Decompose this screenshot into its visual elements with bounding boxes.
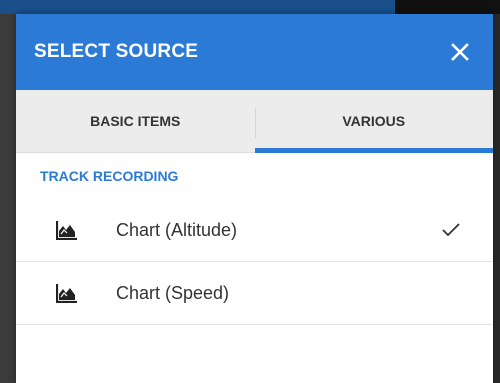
- app-backdrop-right: [493, 14, 500, 383]
- list-item-chart-altitude[interactable]: Chart (Altitude): [16, 199, 493, 262]
- dialog-title: SELECT SOURCE: [34, 41, 199, 62]
- tab-label: BASIC ITEMS: [90, 113, 181, 129]
- tab-various[interactable]: VARIOUS: [254, 90, 494, 153]
- app-toolbar-backdrop-dark: [395, 0, 500, 14]
- section-header-track-recording: TRACK RECORDING: [40, 168, 179, 184]
- chart-area-icon: [56, 219, 82, 241]
- source-tabs: BASIC ITEMS VARIOUS: [16, 90, 493, 153]
- list-item-chart-speed[interactable]: Chart (Speed): [16, 262, 493, 325]
- chart-area-icon: [56, 282, 82, 304]
- select-source-dialog: SELECT SOURCE BASIC ITEMS VARIOUS TRACK …: [16, 14, 493, 383]
- checkmark-placeholder: [439, 281, 463, 305]
- tab-label: VARIOUS: [342, 113, 406, 129]
- list-item-label: Chart (Speed): [116, 282, 230, 303]
- close-icon: [451, 43, 469, 61]
- tab-basic-items[interactable]: BASIC ITEMS: [16, 90, 255, 152]
- dialog-header: SELECT SOURCE: [16, 14, 493, 90]
- checkmark-icon: [439, 218, 463, 242]
- list-item-label: Chart (Altitude): [116, 219, 238, 240]
- app-backdrop-left: [0, 14, 16, 383]
- close-button[interactable]: [445, 37, 475, 67]
